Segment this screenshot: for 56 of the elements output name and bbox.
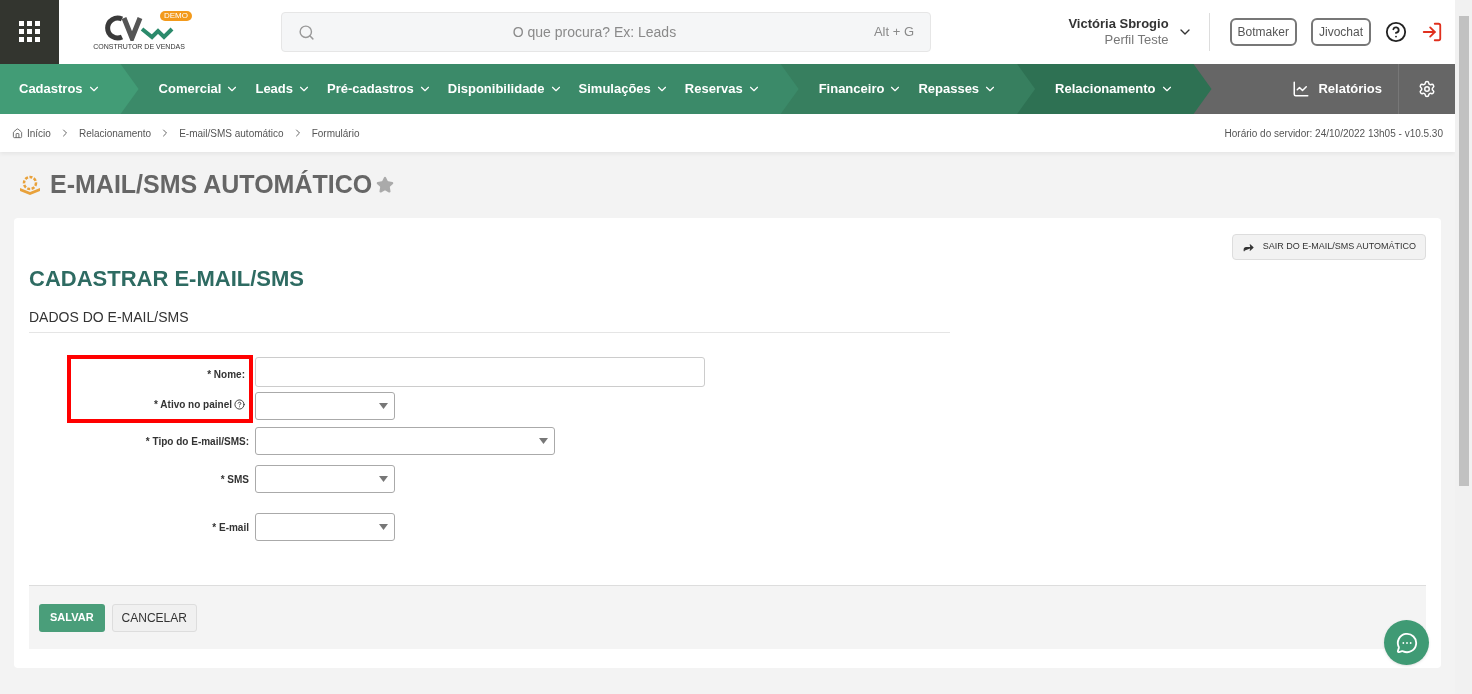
- help-icon[interactable]: [234, 398, 245, 410]
- dropdown-caret-icon: [379, 476, 388, 482]
- select-field[interactable]: [255, 513, 395, 541]
- logo-badge: DEMO: [160, 10, 192, 21]
- field-label: * Ativo no painel: [154, 397, 232, 412]
- favorite-star-icon[interactable]: [376, 176, 395, 194]
- menu-item[interactable]: Reservas: [684, 79, 761, 99]
- field-label: * SMS: [220, 472, 249, 487]
- search-icon: [298, 23, 315, 41]
- cancel-button[interactable]: CANCELAR: [111, 603, 197, 632]
- server-time: Horário do servidor: 24/10/2022 13h05 - v10.5.30: [1224, 126, 1443, 141]
- form-title: CADASTRAR E-MAIL/SMS: [29, 265, 305, 293]
- user-profile: Perfil Teste: [1104, 32, 1169, 48]
- dropdown-caret-icon: [379, 403, 388, 409]
- chat-integration-button[interactable]: Botmaker: [1229, 18, 1297, 46]
- field-label: * Tipo do E-mail/SMS:: [145, 434, 249, 449]
- chat-icon: [1395, 631, 1418, 654]
- breadcrumb-link[interactable]: Relacionamento: [78, 125, 152, 141]
- menu-item[interactable]: Repasses: [918, 79, 998, 99]
- search-placeholder: O que procura? Ex: Leads: [511, 22, 678, 42]
- grid-icon: [18, 21, 41, 43]
- select-field[interactable]: [255, 427, 555, 455]
- name-input[interactable]: [255, 357, 705, 387]
- search-field[interactable]: O que procura? Ex: Leads Alt + G: [281, 12, 931, 52]
- user-name: Victória Sbrogio: [1068, 16, 1169, 32]
- menu-item[interactable]: Relacionamento: [1055, 79, 1174, 99]
- select-field[interactable]: [255, 465, 395, 493]
- dropdown-caret-icon: [539, 438, 548, 444]
- menu-item[interactable]: Comercial: [158, 79, 240, 99]
- gear-box-icon: [18, 174, 42, 196]
- breadcrumb-link[interactable]: Formulário: [311, 125, 360, 141]
- shortcut-hint: Alt + G: [873, 23, 914, 42]
- menu-item[interactable]: Cadastros: [19, 79, 101, 99]
- dropdown-caret-icon: [379, 524, 388, 530]
- select-field[interactable]: [255, 392, 395, 420]
- apps-menu-button[interactable]: [0, 0, 59, 64]
- chat-integration-button[interactable]: Jivochat: [1310, 18, 1371, 46]
- field-label: * E-mail: [212, 520, 249, 535]
- section-title: DADOS DO E-MAIL/SMS: [29, 307, 950, 333]
- save-button[interactable]: SALVAR: [39, 603, 105, 632]
- menu-item[interactable]: Financeiro: [818, 79, 903, 99]
- menu-item[interactable]: Simulações: [578, 79, 669, 99]
- breadcrumb-link[interactable]: E-mail/SMS automático: [179, 125, 284, 141]
- settings-icon[interactable]: [1418, 80, 1436, 98]
- page-title: E-MAIL/SMS AUTOMÁTICO: [50, 169, 373, 201]
- breadcrumb-link[interactable]: Início: [27, 125, 51, 141]
- menu-item[interactable]: Leads: [255, 79, 312, 99]
- field-label: * Nome:: [207, 367, 245, 382]
- help-icon[interactable]: [1385, 21, 1407, 43]
- home-icon: [12, 127, 23, 139]
- menu-item[interactable]: Disponibilidade: [447, 79, 563, 99]
- exit-button[interactable]: SAIR DO E-MAIL/SMS AUTOMÁTICO: [1231, 234, 1426, 260]
- menu-item[interactable]: Pré-cadastros: [327, 79, 432, 99]
- logout-icon[interactable]: [1421, 21, 1443, 43]
- user-menu[interactable]: Victória Sbrogio Perfil Teste: [1068, 13, 1210, 51]
- line-chart-icon: [1292, 80, 1311, 98]
